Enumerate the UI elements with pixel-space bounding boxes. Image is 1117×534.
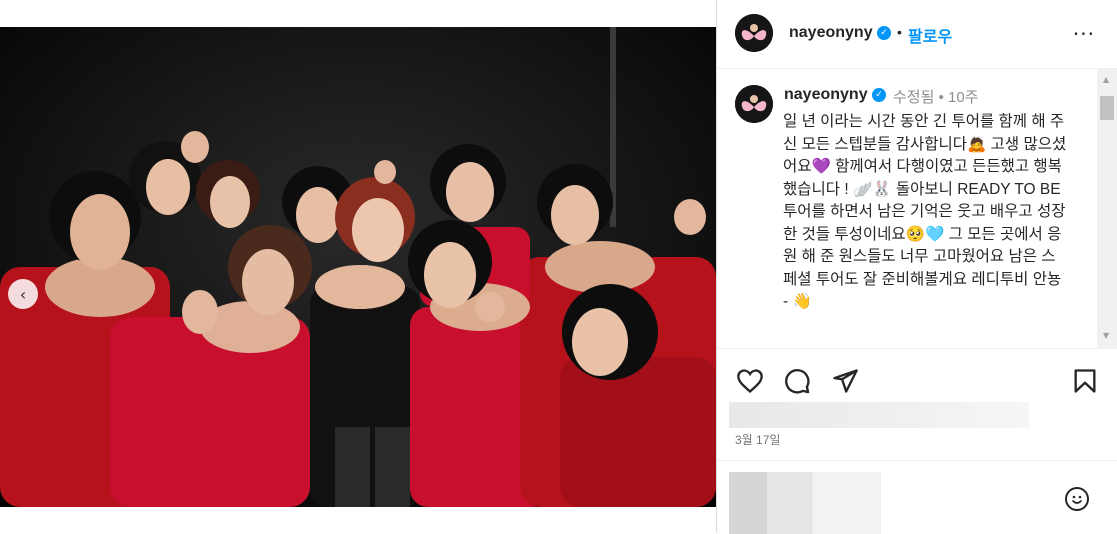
send-icon[interactable] xyxy=(831,367,859,395)
meta-separator: • xyxy=(938,89,944,106)
comment-box xyxy=(717,460,1117,534)
verified-badge-icon: ✓ xyxy=(877,26,891,40)
chevron-left-icon: ‹ xyxy=(19,284,27,304)
post-photo[interactable]: ‹ xyxy=(0,27,716,507)
likes-summary-blurred xyxy=(729,402,1029,428)
verified-badge-icon: ✓ xyxy=(872,88,886,102)
follow-button[interactable]: 팔로우 xyxy=(908,23,952,47)
scrollbar-thumb[interactable] xyxy=(1100,96,1114,120)
time-ago[interactable]: 10주 xyxy=(948,89,979,106)
action-bar xyxy=(717,348,1117,409)
carousel-prev-button[interactable]: ‹ xyxy=(8,279,38,309)
post-date[interactable]: 3월 17일 xyxy=(735,431,780,448)
caption-username[interactable]: nayeonyny xyxy=(784,86,868,104)
caption-avatar[interactable] xyxy=(735,85,773,123)
caption-scrollbar[interactable]: ▲ ▼ xyxy=(1097,69,1117,348)
scroll-up-icon[interactable]: ▲ xyxy=(1103,75,1109,84)
caption-area: nayeonyny ✓ 수정됨 • 10주 일 년 이라는 시간 동안 긴 투어… xyxy=(717,69,1097,347)
header-username[interactable]: nayeonyny xyxy=(789,24,873,42)
heart-icon[interactable] xyxy=(735,367,765,395)
header-separator: • xyxy=(897,24,902,40)
comment-icon[interactable] xyxy=(783,367,811,395)
post-side-panel: nayeonyny ✓ • 팔로우 ··· nayeonyny ✓ 수정됨 • … xyxy=(717,0,1117,534)
post-header: nayeonyny ✓ • 팔로우 ··· xyxy=(717,0,1117,69)
avatar-image xyxy=(735,85,773,123)
avatar[interactable] xyxy=(735,14,773,52)
smile-icon[interactable] xyxy=(1065,487,1089,511)
edited-label: 수정됨 xyxy=(893,89,935,106)
avatar-image xyxy=(735,14,773,52)
comment-input-blurred[interactable] xyxy=(729,472,881,534)
group-photo-illustration xyxy=(0,27,716,507)
bookmark-icon[interactable] xyxy=(1071,367,1099,395)
caption-meta: 수정됨 • 10주 xyxy=(893,86,979,107)
caption-text: 일 년 이라는 시간 동안 긴 투어를 함께 해 주신 모든 스텝분들 감사합니… xyxy=(783,113,1067,310)
more-options-icon[interactable]: ··· xyxy=(1073,22,1095,46)
scroll-down-icon[interactable]: ▼ xyxy=(1103,331,1109,340)
smile-face-glyph xyxy=(1072,495,1082,504)
